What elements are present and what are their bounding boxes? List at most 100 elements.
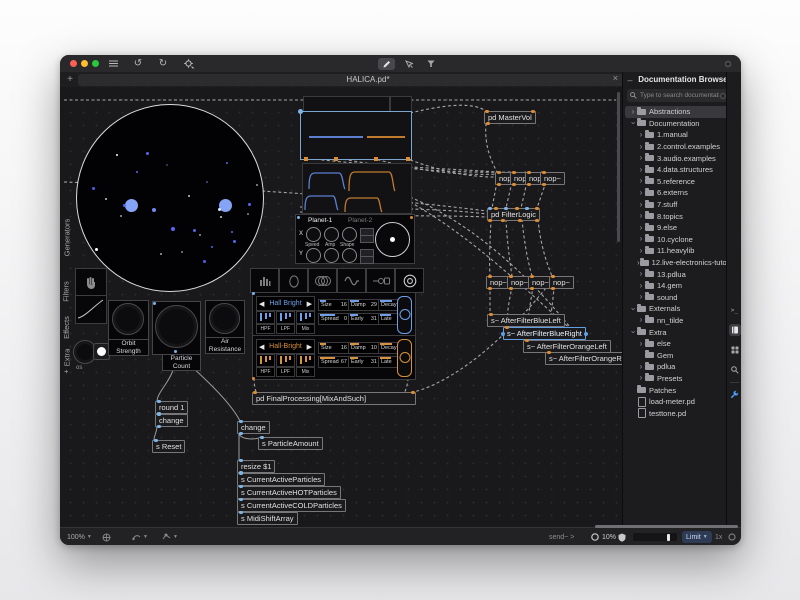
tab-halica[interactable]: HALICA.pd* <box>78 74 658 86</box>
inlet-data[interactable] <box>525 207 529 210</box>
prev-preset-button[interactable]: ◀ <box>257 343 266 351</box>
chevron-right-icon[interactable]: › <box>637 235 645 243</box>
palette-add-tab-button[interactable]: + <box>60 363 73 379</box>
cable-icon[interactable] <box>366 268 395 293</box>
tree-item-sound[interactable]: ›sound <box>625 292 732 304</box>
mix-slider[interactable] <box>296 354 315 367</box>
object-nop-[interactable]: nop~ <box>549 276 574 289</box>
prev-preset-button[interactable]: ◀ <box>257 300 266 308</box>
inlet-signal[interactable] <box>535 207 539 210</box>
send-indicator[interactable]: send~ > <box>549 528 574 545</box>
param-damp[interactable]: Damp10 <box>348 342 380 354</box>
param-early[interactable]: Early31 <box>348 313 380 325</box>
outlet-signal[interactable] <box>512 183 516 186</box>
search-panel-icon[interactable] <box>729 364 741 376</box>
pan-tool-button[interactable] <box>75 268 107 297</box>
xy-pad[interactable] <box>375 222 410 257</box>
object-pd-mastervol[interactable]: pd MasterVol <box>484 111 536 124</box>
chevron-right-icon[interactable]: › <box>637 247 645 255</box>
y-amp-knob[interactable] <box>324 248 339 263</box>
record-icon[interactable] <box>728 528 736 545</box>
interact-mode-button[interactable] <box>400 58 417 70</box>
volume-slider-handle[interactable] <box>667 534 670 541</box>
inlet-data[interactable] <box>239 511 243 514</box>
object-pd-filterlogic[interactable]: pd FilterLogic <box>487 208 540 221</box>
inlet-signal[interactable] <box>509 275 513 278</box>
inlet-data[interactable] <box>239 472 243 475</box>
chevron-right-icon[interactable]: › <box>637 189 645 197</box>
object-s-particleamount[interactable]: s ParticleAmount <box>258 437 323 450</box>
close-tab-button[interactable]: × <box>613 72 618 84</box>
chevron-right-icon[interactable]: › <box>637 201 645 209</box>
inlet-data[interactable] <box>488 207 492 210</box>
object-s-afterfilterblueleft[interactable]: s~ AfterFilterBlueLeft <box>487 314 565 327</box>
x-shape-knob[interactable] <box>342 227 357 242</box>
tree-item-patches[interactable]: Patches <box>625 384 732 396</box>
inlet-signal[interactable] <box>530 275 534 278</box>
tree-item-externals[interactable]: ›Externals <box>625 303 732 315</box>
tab-planet-2[interactable]: Planet-2 <box>348 217 372 224</box>
inlet-data[interactable] <box>157 400 161 403</box>
particle-orbit-display[interactable] <box>76 104 264 292</box>
chevron-right-icon[interactable]: › <box>637 143 645 151</box>
chevron-right-icon[interactable]: › <box>637 374 645 382</box>
param-damp[interactable]: Damp29 <box>348 299 380 311</box>
chevron-right-icon[interactable]: › <box>629 108 637 116</box>
outlet-signal[interactable] <box>486 122 490 125</box>
inlet-data[interactable] <box>239 420 243 423</box>
inlet-data[interactable] <box>239 459 243 462</box>
inlet-signal[interactable] <box>525 339 529 342</box>
settings-wrench-icon[interactable] <box>729 388 741 400</box>
resize-handle[interactable] <box>304 157 308 161</box>
tree-item-9-else[interactable]: ›9.else <box>625 222 732 234</box>
object-resize-1[interactable]: resize $1 <box>237 460 275 473</box>
collapse-sidebar-button[interactable]: – <box>623 75 637 85</box>
inlet-signal[interactable] <box>527 171 531 174</box>
chevron-right-icon[interactable]: › <box>637 270 645 278</box>
particle-count-knob[interactable] <box>155 305 198 348</box>
chevron-right-icon[interactable]: › <box>637 293 645 301</box>
param-size[interactable]: Size16 <box>318 342 350 354</box>
inlet-signal[interactable] <box>512 171 516 174</box>
tree-item-abstractions[interactable]: ›Abstractions <box>625 106 732 118</box>
outlet-signal[interactable] <box>509 287 513 290</box>
outlet-signal[interactable] <box>488 219 492 222</box>
palette-tab-generators[interactable]: Generators <box>60 215 73 259</box>
outlet-signal[interactable] <box>497 183 501 186</box>
chevron-down-icon[interactable]: › <box>629 119 637 127</box>
zoom-level-dropdown[interactable]: 100%▼ <box>67 528 92 545</box>
chevron-right-icon[interactable]: › <box>637 177 645 185</box>
y-shape-knob[interactable] <box>342 248 357 263</box>
close-window-button[interactable] <box>70 60 77 67</box>
chevron-down-icon[interactable]: › <box>629 305 637 313</box>
reverb-level-slider[interactable] <box>397 296 412 334</box>
tree-item-else[interactable]: ›else <box>625 338 732 350</box>
inlet-signal[interactable] <box>515 207 519 210</box>
orbit-strength-knob[interactable] <box>112 303 144 335</box>
reverb-level-knob[interactable] <box>399 309 410 320</box>
tree-item-8-topics[interactable]: ›8.topics <box>625 210 732 222</box>
tree-item-nn-tilde[interactable]: ›nn_tilde <box>625 315 732 327</box>
level-graph-panel[interactable] <box>300 111 412 160</box>
plugdata-logo-icon[interactable] <box>722 57 734 70</box>
tree-item-10-cyclone[interactable]: ›10.cyclone <box>625 234 732 246</box>
envelope-graph-panel[interactable] <box>302 163 412 214</box>
inlet-signal[interactable] <box>411 391 415 394</box>
outlet-signal[interactable] <box>551 287 555 290</box>
minimize-window-button[interactable] <box>81 60 88 67</box>
tree-item-extra[interactable]: ›Extra <box>625 326 732 338</box>
object-s-afterfilterorangeright[interactable]: s~ AfterFilterOrangeRight <box>545 352 622 365</box>
console-icon[interactable]: >_ <box>729 304 741 316</box>
param-size[interactable]: Size16 <box>318 299 350 311</box>
chevron-down-icon[interactable]: › <box>629 328 637 336</box>
zoom-window-button[interactable] <box>92 60 99 67</box>
resize-handle[interactable] <box>374 157 378 161</box>
inlet-signal[interactable] <box>488 275 492 278</box>
reverb-preset-selector[interactable]: ◀Hall Bright▶ <box>256 296 315 311</box>
tab-planet-1[interactable]: Planet-1 <box>308 217 332 224</box>
documentation-search-input[interactable]: Type to search documentation <box>627 89 730 102</box>
tree-item-gem[interactable]: Gem <box>625 349 732 361</box>
inlet-signal[interactable] <box>497 171 501 174</box>
resize-handle[interactable] <box>406 157 410 161</box>
direction-dropdown[interactable]: ▼ <box>132 528 148 545</box>
